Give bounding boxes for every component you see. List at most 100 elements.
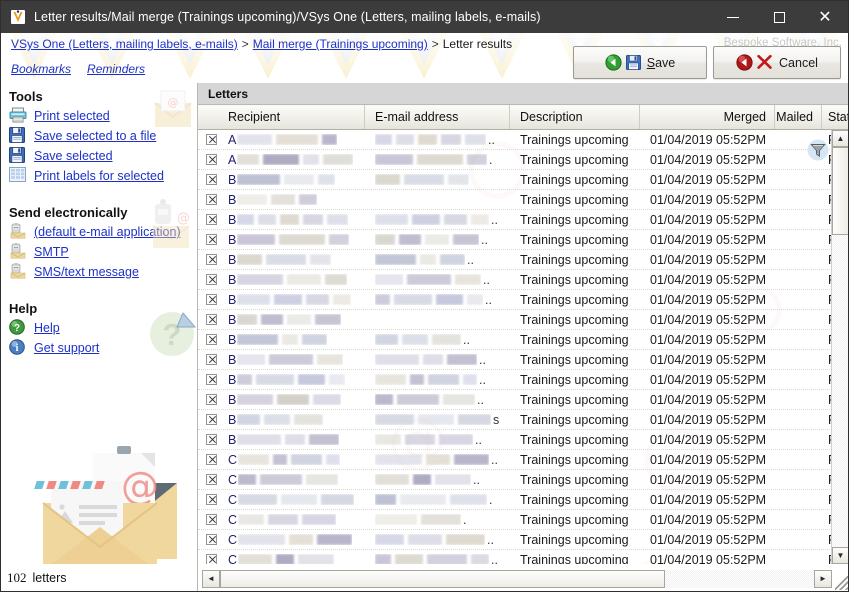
vertical-scroll-thumb[interactable] (832, 147, 848, 235)
row-select-checkbox[interactable] (198, 554, 218, 564)
cell-recipient: A (218, 133, 365, 147)
send-smtp-tool[interactable]: SMTP (9, 242, 197, 262)
filter-funnel-icon[interactable] (807, 139, 829, 161)
grid-body[interactable]: @@ A..Trainings upcoming01/04/2019 05:52… (198, 130, 848, 564)
column-header-description[interactable]: Description (510, 105, 640, 129)
vertical-scrollbar[interactable]: ▲ ▼ (831, 130, 848, 564)
row-select-checkbox[interactable] (198, 494, 218, 505)
row-select-checkbox[interactable] (198, 214, 218, 225)
table-row[interactable]: B..Trainings upcoming01/04/2019 05:52PMP… (198, 290, 848, 310)
horizontal-scroll-track[interactable] (665, 570, 814, 588)
table-row[interactable]: B..Trainings upcoming01/04/2019 05:52PMP… (198, 250, 848, 270)
row-select-checkbox[interactable] (198, 174, 218, 185)
row-select-checkbox[interactable] (198, 374, 218, 385)
reminders-link[interactable]: Reminders (87, 62, 145, 76)
table-row[interactable]: C.Trainings upcoming01/04/2019 05:52PMPe (198, 510, 848, 530)
row-select-checkbox[interactable] (198, 454, 218, 465)
scroll-down-button[interactable]: ▼ (832, 547, 848, 564)
column-header-mailed[interactable]: Mailed (775, 105, 822, 129)
row-select-checkbox[interactable] (198, 134, 218, 145)
row-select-checkbox[interactable] (198, 534, 218, 545)
horizontal-scrollbar[interactable]: ◄ ► (202, 570, 832, 588)
save-selected-to-file-tool[interactable]: Save selected to a file (9, 126, 197, 146)
scroll-right-button[interactable]: ► (814, 570, 832, 588)
row-select-checkbox[interactable] (198, 274, 218, 285)
cancel-button[interactable]: Cancel (713, 46, 841, 79)
row-select-checkbox[interactable] (198, 234, 218, 245)
table-row[interactable]: BTrainings upcoming01/04/2019 05:52PMPe (198, 310, 848, 330)
table-row[interactable]: BTrainings upcoming01/04/2019 05:52PMPe (198, 190, 848, 210)
table-row[interactable]: B..Trainings upcoming01/04/2019 05:52PMP… (198, 230, 848, 250)
row-select-checkbox[interactable] (198, 474, 218, 485)
table-row[interactable]: B..Trainings upcoming01/04/2019 05:52PMP… (198, 430, 848, 450)
help-link-row[interactable]: ? Help (9, 318, 197, 338)
table-row[interactable]: C..Trainings upcoming01/04/2019 05:52PMP… (198, 530, 848, 550)
checkbox-checked-icon (206, 174, 217, 185)
column-header-check[interactable] (198, 105, 218, 129)
redacted-text (375, 514, 461, 525)
breadcrumb-item-vsys-one[interactable]: VSys One (Letters, mailing labels, e-mai… (11, 37, 238, 51)
row-select-checkbox[interactable] (198, 294, 218, 305)
table-row[interactable]: B..Trainings upcoming01/04/2019 05:52PMP… (198, 210, 848, 230)
row-select-checkbox[interactable] (198, 394, 218, 405)
cell-recipient: C (218, 493, 365, 507)
column-header-email[interactable]: E-mail address (365, 105, 510, 129)
save-selected-tool[interactable]: Save selected (9, 146, 197, 166)
table-row[interactable]: B..Trainings upcoming01/04/2019 05:52PMP… (198, 350, 848, 370)
column-header-merged[interactable]: Merged (640, 105, 775, 129)
row-select-checkbox[interactable] (198, 434, 218, 445)
resize-grip[interactable] (835, 576, 849, 590)
minimize-button[interactable] (710, 1, 756, 33)
redacted-text (375, 554, 489, 564)
bookmarks-link[interactable]: Bookmarks (11, 62, 71, 76)
save-selected-label: Save selected (34, 149, 113, 163)
row-select-checkbox[interactable] (198, 334, 218, 345)
cell-recipient: B (218, 373, 365, 387)
table-row[interactable]: BTrainings upcoming01/04/2019 05:52PMPe (198, 170, 848, 190)
cell-description: Trainings upcoming (510, 553, 640, 565)
row-select-checkbox[interactable] (198, 354, 218, 365)
send-smtp-label: SMTP (34, 245, 69, 259)
table-row[interactable]: B..Trainings upcoming01/04/2019 05:52PMP… (198, 390, 848, 410)
redacted-text (375, 214, 489, 225)
letters-panel-caption: Letters (198, 83, 848, 105)
column-header-status[interactable]: Status (822, 105, 849, 129)
row-select-checkbox[interactable] (198, 514, 218, 525)
save-button[interactable]: Save (573, 46, 707, 79)
row-select-checkbox[interactable] (198, 154, 218, 165)
table-row[interactable]: C..Trainings upcoming01/04/2019 05:52PMP… (198, 470, 848, 490)
close-button[interactable]: ✕ (802, 1, 848, 33)
scroll-left-button[interactable]: ◄ (202, 570, 220, 588)
row-select-checkbox[interactable] (198, 254, 218, 265)
table-row[interactable]: A.Trainings upcoming01/04/2019 05:52PMPe (198, 150, 848, 170)
recipient-initial: B (228, 213, 236, 227)
send-sms-tool[interactable]: SMS/text message (9, 262, 197, 282)
print-selected-tool[interactable]: Print selected (9, 106, 197, 126)
table-row[interactable]: B..Trainings upcoming01/04/2019 05:52PMP… (198, 270, 848, 290)
row-select-checkbox[interactable] (198, 414, 218, 425)
send-default-email-tool[interactable]: (default e-mail application) (9, 222, 197, 242)
get-support-row[interactable]: i Get support (9, 338, 197, 358)
table-row[interactable]: A..Trainings upcoming01/04/2019 05:52PMP… (198, 130, 848, 150)
breadcrumb-item-letter-results: Letter results (443, 37, 512, 51)
table-row[interactable]: C..Trainings upcoming01/04/2019 05:52PMP… (198, 550, 848, 564)
cell-recipient: B (218, 173, 365, 187)
breadcrumb-item-mail-merge[interactable]: Mail merge (Trainings upcoming) (253, 37, 428, 51)
print-labels-tool[interactable]: Print labels for selected (9, 166, 197, 186)
table-row[interactable]: C.Trainings upcoming01/04/2019 05:52PMPe (198, 490, 848, 510)
table-row[interactable]: B..Trainings upcoming01/04/2019 05:52PMP… (198, 370, 848, 390)
cell-recipient: C (218, 453, 365, 467)
row-select-checkbox[interactable] (198, 314, 218, 325)
maximize-button[interactable] (756, 1, 802, 33)
row-select-checkbox[interactable] (198, 194, 218, 205)
email-truncation-ellipsis: .. (481, 233, 488, 247)
table-row[interactable]: C..Trainings upcoming01/04/2019 05:52PMP… (198, 450, 848, 470)
scroll-up-button[interactable]: ▲ (832, 130, 848, 147)
column-header-recipient[interactable]: Recipient (218, 105, 365, 129)
email-truncation-ellipsis: .. (491, 553, 498, 565)
quick-links: Bookmarks Reminders (11, 62, 161, 76)
table-row[interactable]: BsTrainings upcoming01/04/2019 05:52PMPe (198, 410, 848, 430)
table-row[interactable]: B..Trainings upcoming01/04/2019 05:52PMP… (198, 330, 848, 350)
horizontal-scroll-thumb[interactable] (220, 570, 665, 588)
save-button-label: Save (647, 56, 676, 70)
